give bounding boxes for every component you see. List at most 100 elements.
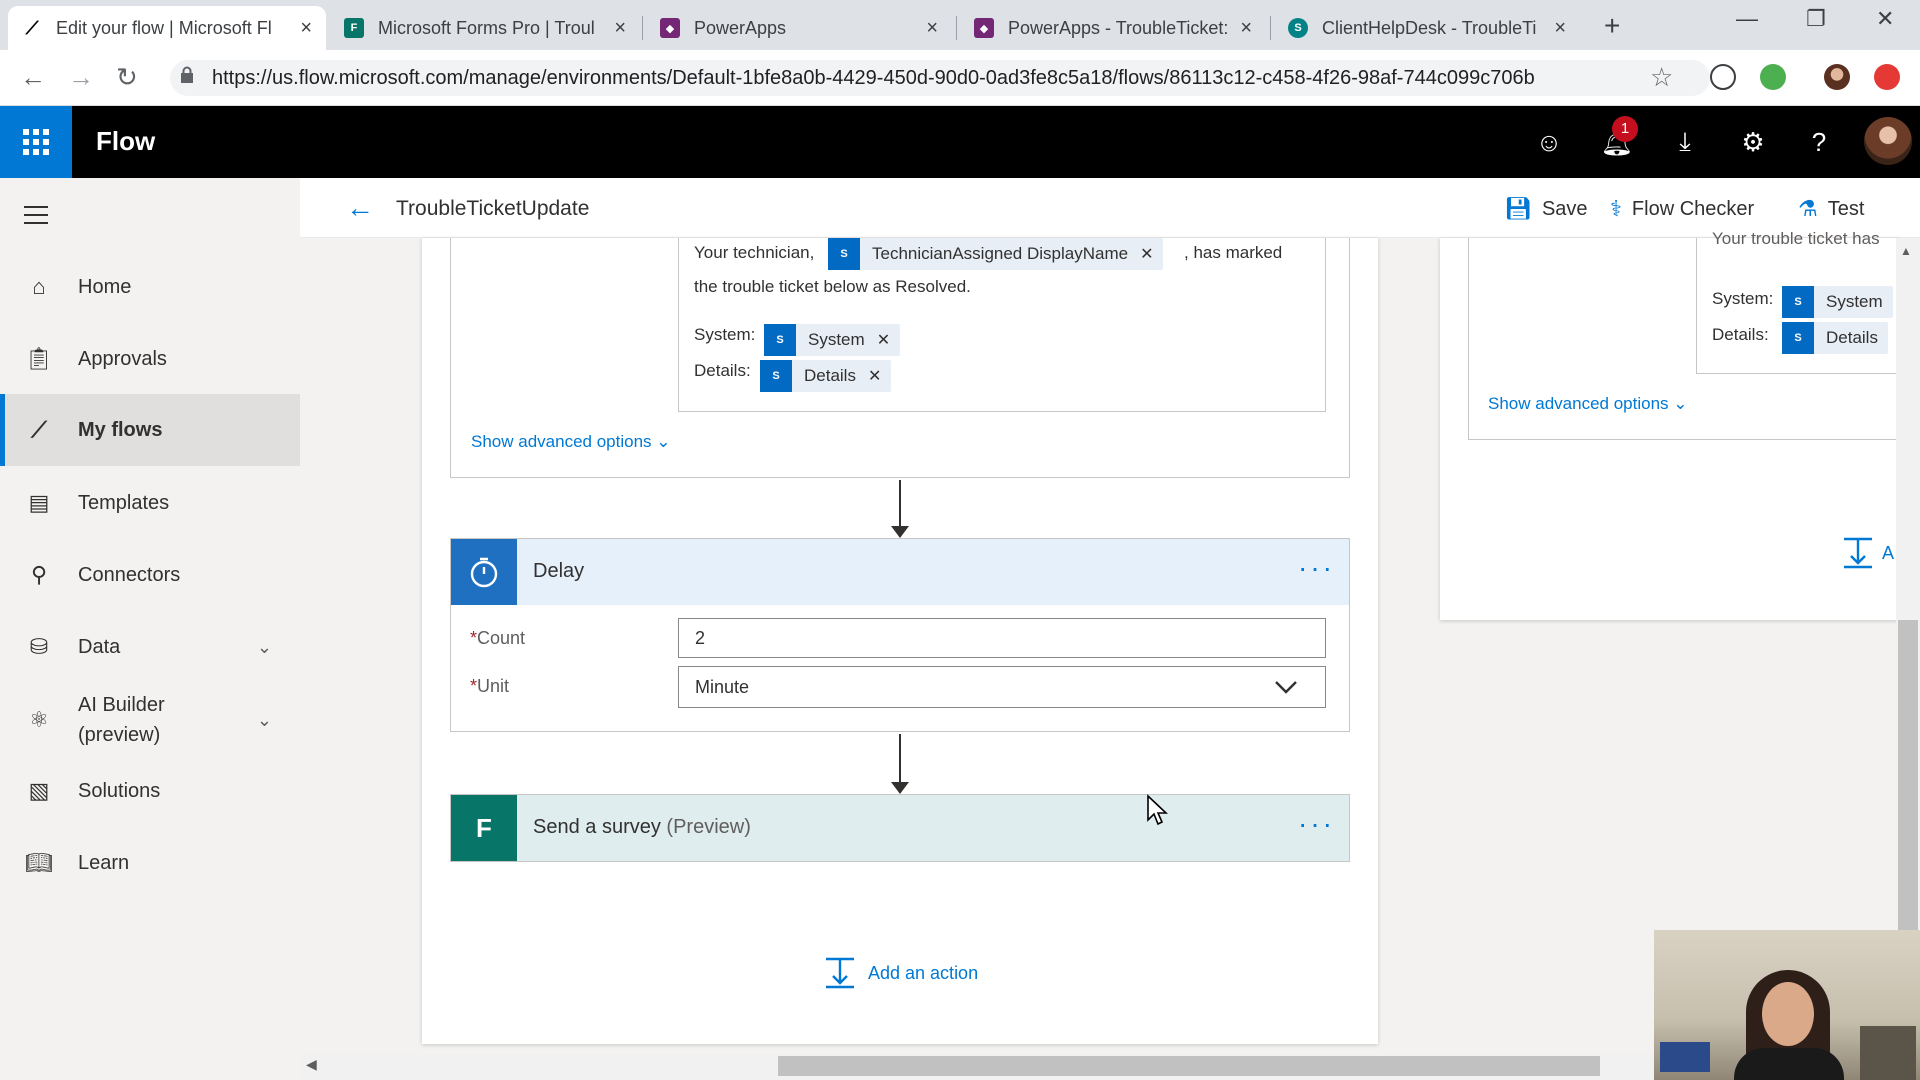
chevron-down-icon: ⌄: [1673, 394, 1688, 413]
vertical-scroll-thumb[interactable]: [1898, 620, 1918, 950]
minimize-window-button[interactable]: —: [1736, 6, 1758, 32]
nav-label-secondary: (preview): [78, 724, 161, 746]
link-label: Show advanced options: [471, 432, 652, 451]
tab-close-icon[interactable]: ×: [1554, 17, 1566, 40]
remove-token-icon[interactable]: ✕: [868, 366, 881, 386]
stethoscope-icon: ⚕: [1610, 196, 1622, 221]
remove-token-icon[interactable]: ✕: [877, 330, 890, 350]
chevron-down-icon[interactable]: ⌄: [257, 710, 272, 731]
body-text: Your trouble ticket has: [1712, 229, 1880, 248]
help-question-icon[interactable]: ?: [1786, 106, 1852, 178]
tab-close-icon[interactable]: ×: [926, 17, 938, 40]
download-icon[interactable]: ⤓: [1652, 106, 1718, 178]
token-details[interactable]: S Details ✕: [760, 360, 892, 392]
body-text: Details:: [1712, 325, 1769, 344]
tab-close-icon[interactable]: ×: [1240, 17, 1252, 40]
back-arrow-icon[interactable]: ←: [346, 192, 374, 224]
body-text: , has marked: [1184, 243, 1283, 262]
app-launcher-waffle-icon[interactable]: [0, 106, 72, 178]
chevron-down-icon[interactable]: [1274, 680, 1298, 694]
restore-window-button[interactable]: ❐: [1806, 6, 1826, 32]
bookmark-star-icon[interactable]: ☆: [1650, 62, 1673, 93]
browser-tab-forms-pro[interactable]: F Microsoft Forms Pro | Troul ×: [330, 6, 640, 50]
scroll-up-icon[interactable]: ▲: [1900, 244, 1912, 258]
collapse-nav-hamburger-icon[interactable]: [24, 206, 48, 230]
solutions-icon: ▧: [28, 778, 50, 803]
nav-label: Learn: [78, 851, 130, 874]
tab-label: PowerApps - TroubleTicket:: [1008, 17, 1229, 38]
token-system[interactable]: S System ✕: [764, 324, 901, 356]
nav-item-templates[interactable]: ▤ Templates: [0, 474, 300, 532]
token-technician-displayname[interactable]: S TechnicianAssigned DisplayName ✕: [828, 238, 1164, 270]
nav-item-ai-builder[interactable]: ⚛ AI Builder (preview) ⌄: [0, 688, 300, 752]
tab-close-icon[interactable]: ×: [614, 17, 626, 40]
nav-item-learn[interactable]: 📖︎ Learn: [0, 834, 300, 892]
nav-item-connectors[interactable]: ⚲ Connectors: [0, 546, 300, 604]
email-body-line1: Your technician,: [694, 236, 814, 270]
required-mark: *: [470, 676, 478, 696]
browser-tab-clienthelpdesk[interactable]: S ClientHelpDesk - TroubleTi ×: [1274, 6, 1580, 50]
test-button[interactable]: ⚗ Test: [1798, 196, 1864, 222]
reload-icon[interactable]: ↻: [116, 62, 138, 93]
app-brand[interactable]: Flow: [96, 126, 155, 157]
notifications-bell-icon[interactable]: 🔔︎: [1584, 106, 1650, 178]
new-tab-button[interactable]: +: [1604, 10, 1620, 42]
body-text: the trouble ticket below as Resolved.: [694, 277, 971, 296]
feedback-smiley-icon[interactable]: ☺: [1516, 106, 1582, 178]
tab-close-icon[interactable]: ×: [300, 17, 312, 40]
delay-action-header[interactable]: [451, 539, 1349, 605]
flask-icon: ⚗: [1798, 196, 1818, 221]
flow-name[interactable]: TroubleTicketUpdate: [396, 197, 589, 221]
token-system[interactable]: S System: [1782, 286, 1893, 318]
back-arrow-icon[interactable]: ←: [20, 62, 46, 93]
unit-selected-value: Minute: [695, 676, 750, 697]
nav-item-solutions[interactable]: ▧ Solutions: [0, 762, 300, 820]
token-label: TechnicianAssigned DisplayName: [872, 244, 1129, 263]
horizontal-scroll-thumb[interactable]: [778, 1056, 1600, 1076]
connector-arrowhead: [891, 782, 909, 794]
sharepoint-token-icon: S: [1782, 322, 1814, 354]
delay-title[interactable]: Delay: [533, 560, 584, 583]
more-options-ellipsis-icon[interactable]: ···: [1298, 552, 1335, 584]
test-label: Test: [1827, 197, 1865, 220]
forward-arrow-icon[interactable]: →: [68, 62, 94, 93]
nav-item-home[interactable]: ⌂ Home: [0, 258, 300, 316]
unit-dropdown[interactable]: Minute: [678, 666, 1326, 708]
user-avatar[interactable]: [1864, 117, 1912, 165]
nav-label: Solutions: [78, 779, 161, 802]
connector-line: [899, 480, 901, 528]
approvals-clipboard-icon: 📋︎: [25, 346, 53, 371]
survey-title[interactable]: Send a survey (Preview): [533, 816, 751, 839]
scroll-left-icon[interactable]: ◀: [306, 1056, 317, 1073]
add-an-action-button[interactable]: Add an action: [824, 956, 978, 990]
nav-item-data[interactable]: ⛁ Data ⌄: [0, 618, 300, 676]
extension-info-icon[interactable]: [1710, 64, 1736, 90]
browser-tab-edit-flow[interactable]: ⟋ Edit your flow | Microsoft Fl ×: [8, 6, 326, 50]
close-window-button[interactable]: ✕: [1876, 6, 1894, 32]
flow-checker-button[interactable]: ⚕ Flow Checker: [1610, 196, 1754, 222]
browser-tab-powerapps-troubleticket[interactable]: ◆ PowerApps - TroubleTicket: ×: [960, 6, 1266, 50]
save-disk-icon: 💾︎: [1504, 196, 1532, 221]
url-text[interactable]: https://us.flow.microsoft.com/manage/env…: [212, 67, 1535, 90]
browser-profile-avatar[interactable]: [1824, 64, 1850, 90]
chevron-down-icon[interactable]: ⌄: [257, 637, 272, 658]
extension-red-icon[interactable]: [1874, 64, 1900, 90]
more-options-ellipsis-icon[interactable]: ···: [1298, 808, 1335, 840]
grammarly-extension-icon[interactable]: [1760, 64, 1786, 90]
settings-gear-icon[interactable]: ⚙: [1720, 106, 1786, 178]
token-details[interactable]: S Details: [1782, 322, 1888, 354]
show-advanced-options-link[interactable]: Show advanced options ⌄: [1488, 394, 1688, 414]
save-button[interactable]: 💾︎ Save: [1504, 196, 1588, 222]
timer-icon: [451, 539, 517, 605]
sharepoint-favicon-icon: S: [1288, 18, 1308, 38]
add-an-action-button[interactable]: A: [1842, 536, 1894, 570]
add-action-label: Add an action: [868, 962, 979, 983]
browser-tab-powerapps[interactable]: ◆ PowerApps ×: [646, 6, 952, 50]
nav-label: Data: [78, 635, 121, 658]
remove-token-icon[interactable]: ✕: [1140, 244, 1153, 264]
nav-item-approvals[interactable]: 📋︎ Approvals: [0, 330, 300, 388]
add-action-icon: [1844, 537, 1872, 569]
nav-item-my-flows[interactable]: ⟋ My flows: [0, 394, 300, 466]
show-advanced-options-link[interactable]: Show advanced options ⌄: [471, 432, 671, 452]
count-input[interactable]: 2: [678, 618, 1326, 658]
